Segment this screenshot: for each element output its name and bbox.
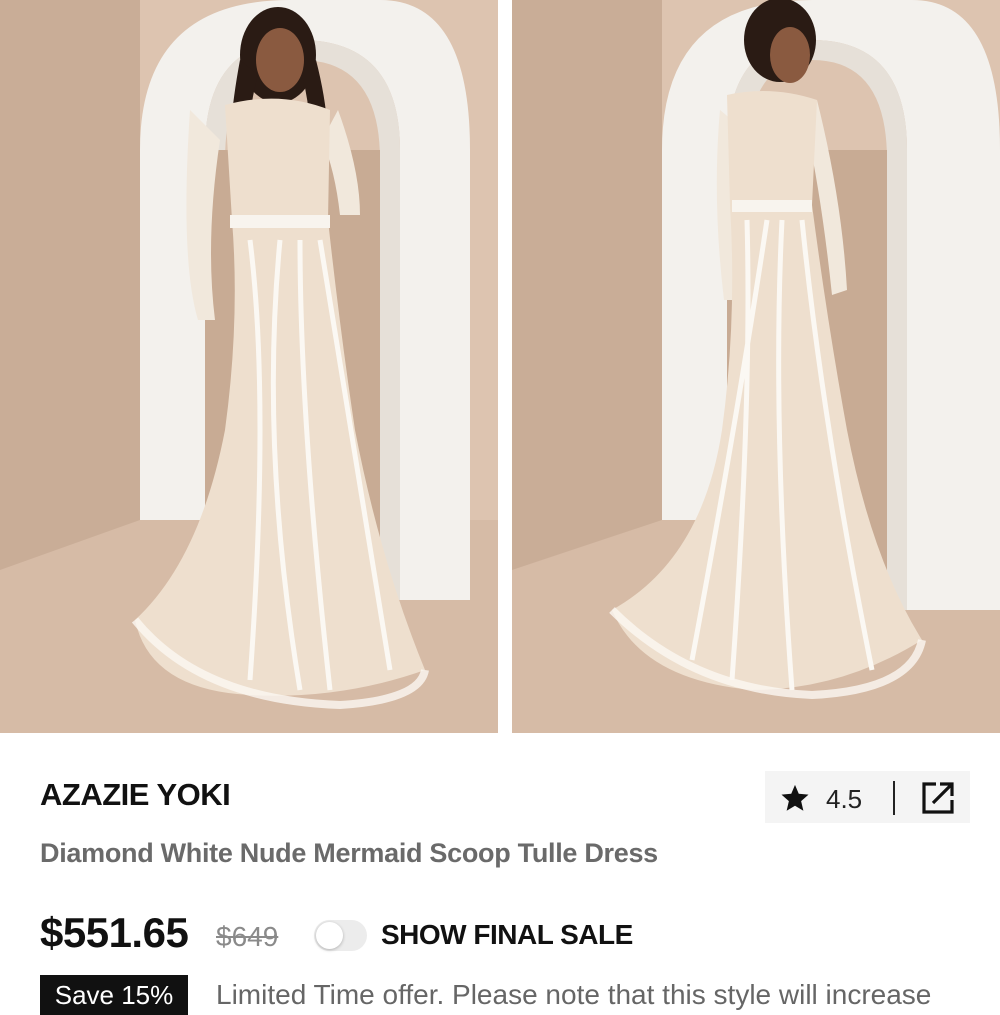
star-icon [781,784,809,811]
dress-front-image [0,0,498,733]
product-photo-back[interactable] [512,0,1000,733]
toggle-knob [316,922,343,949]
save-badge: Save 15% [40,975,188,1015]
product-info: AZAZIE YOKI 4.5 Diamond White Nude Merma… [0,733,1000,1015]
share-external-icon[interactable] [919,779,957,817]
brand-name: AZAZIE YOKI [40,777,231,812]
dress-back-image [512,0,1000,733]
rating-value[interactable]: 4.5 [826,784,862,815]
final-sale-label[interactable]: SHOW FINAL SALE [381,919,633,951]
final-sale-toggle[interactable] [314,920,367,951]
product-photo-front[interactable] [0,0,498,733]
product-image-gallery [0,0,1000,733]
promo-text: Limited Time offer. Please note that thi… [216,979,932,1010]
product-title: Diamond White Nude Mermaid Scoop Tulle D… [40,838,658,868]
divider [893,781,895,815]
sale-price: $551.65 [40,909,189,956]
original-price: $649 [216,921,279,952]
rating-share-bar: 4.5 [765,771,970,823]
